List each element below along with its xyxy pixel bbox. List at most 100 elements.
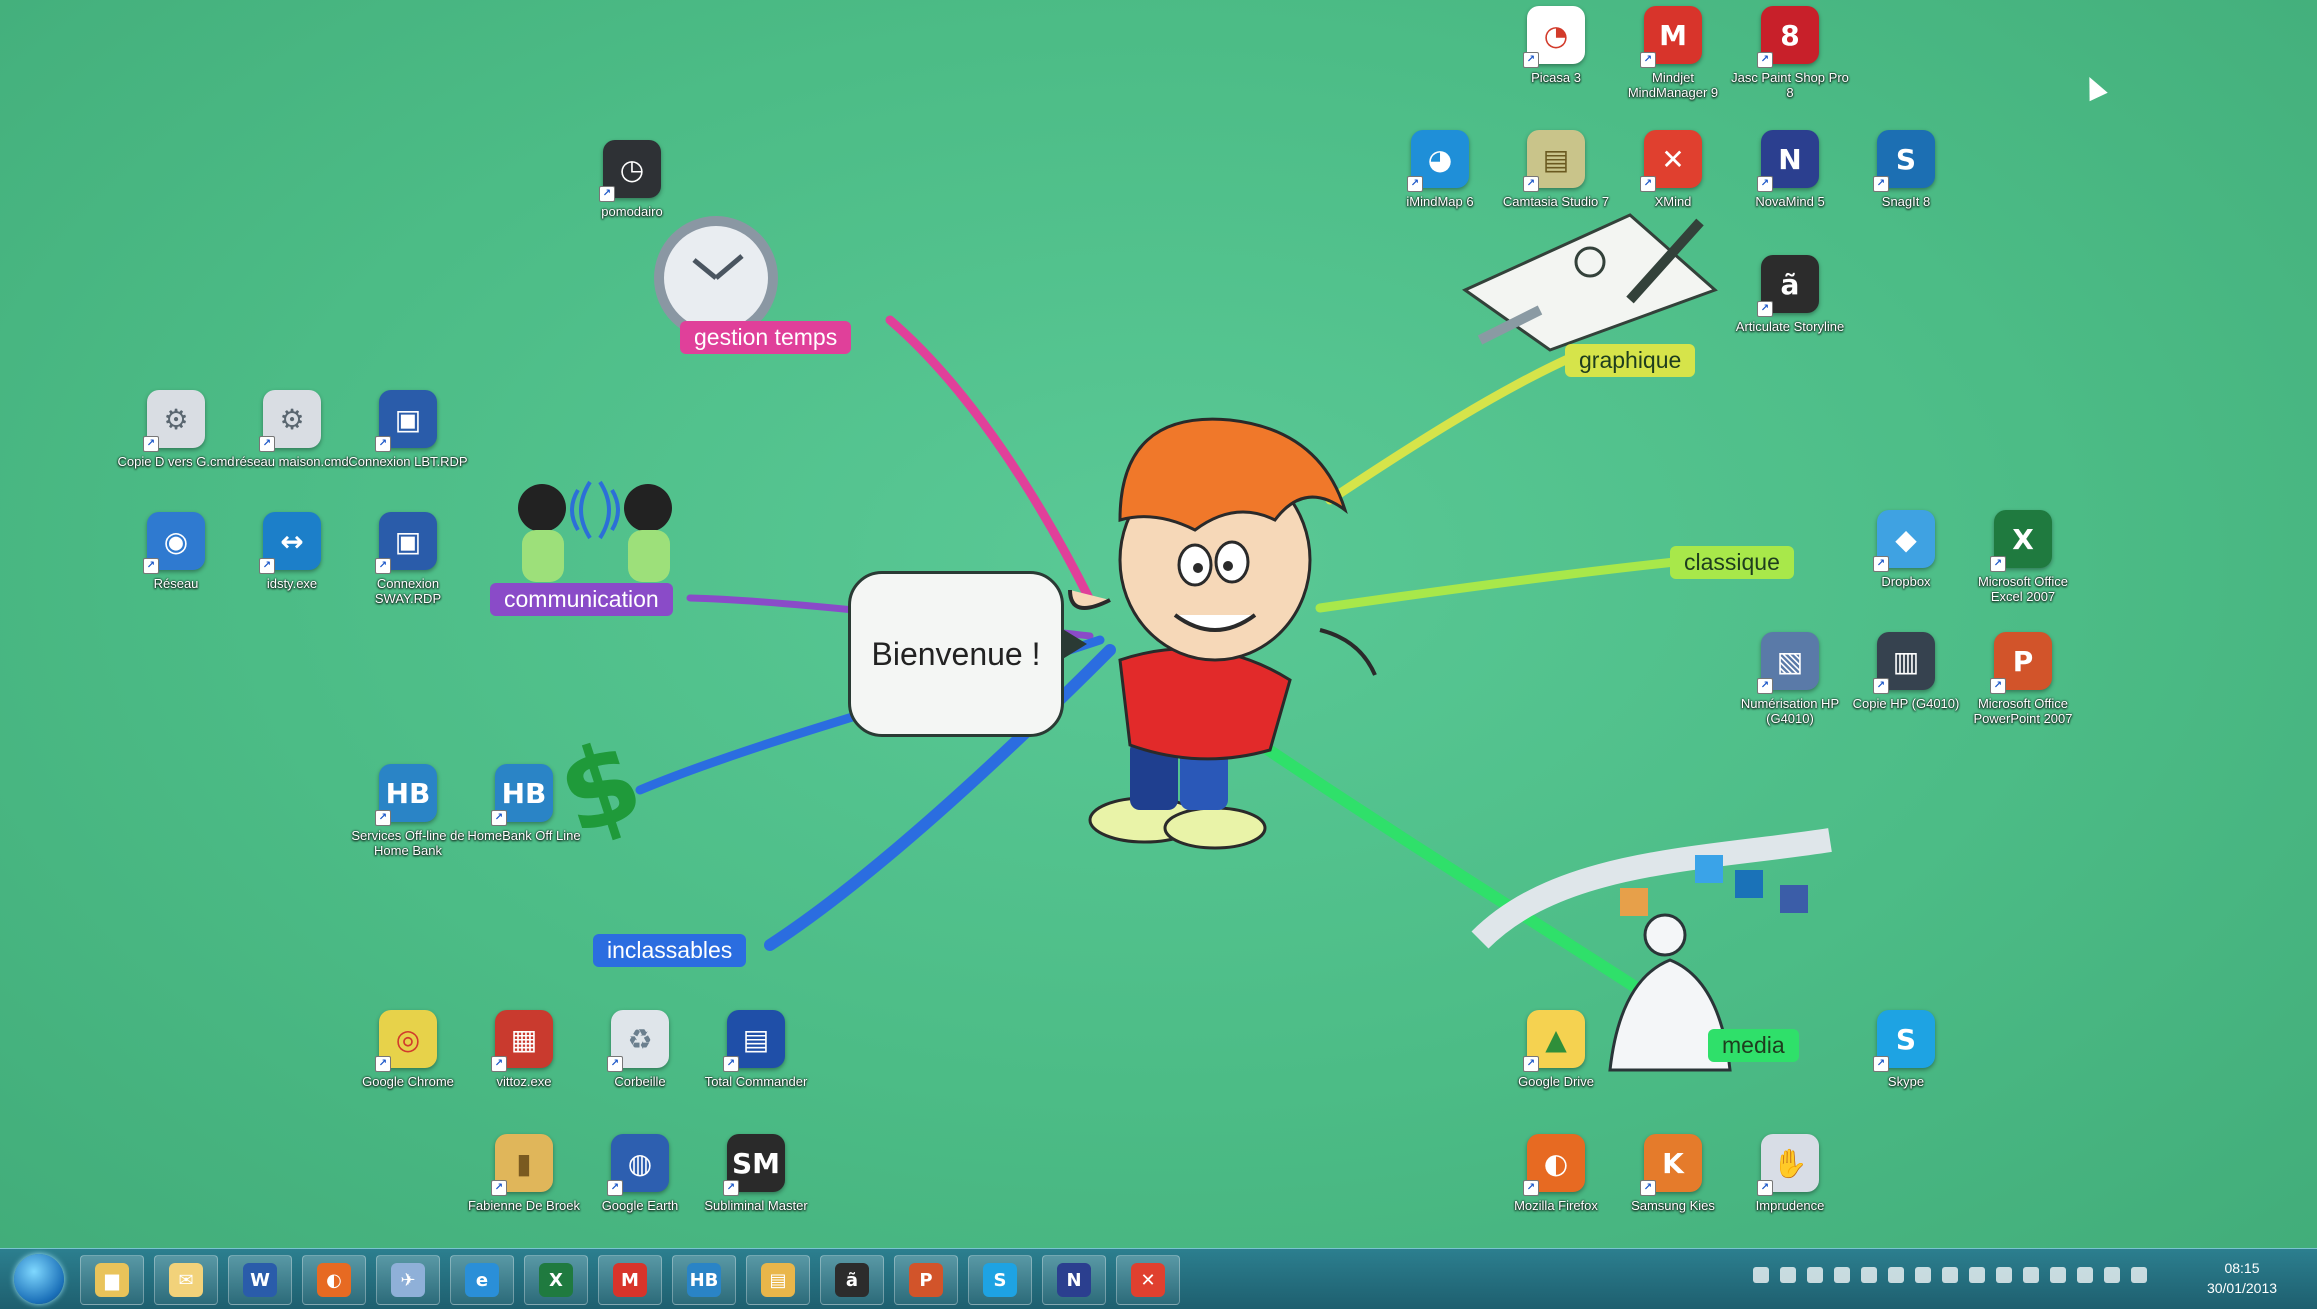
taskbar-item-firefox[interactable]: ◐ xyxy=(302,1255,366,1305)
taskbar-item-novamind[interactable]: N xyxy=(1042,1255,1106,1305)
desktop-icon-fabienne-de-broek[interactable]: ▮ ↗ Fabienne De Broek xyxy=(464,1134,584,1213)
desktop-icon-novamind-5[interactable]: N ↗ NovaMind 5 xyxy=(1730,130,1850,209)
desktop-icon-r-seau[interactable]: ◉ ↗ Réseau xyxy=(116,512,236,591)
app-glyph-icon: ▧ xyxy=(1776,644,1804,678)
files-icon: ▤ xyxy=(761,1263,795,1297)
branch-graphique[interactable]: graphique xyxy=(1565,344,1696,377)
tray-flag-icon[interactable] xyxy=(2077,1267,2093,1283)
desktop-icon-samsung-kies[interactable]: K ↗ Samsung Kies xyxy=(1613,1134,1733,1213)
desktop-icon-skype[interactable]: S ↗ Skype xyxy=(1846,1010,1966,1089)
desktop-icon-label: Services Off-line de Home Bank xyxy=(351,828,465,858)
desktop-icon-connexion-sway-rdp[interactable]: ▣ ↗ Connexion SWAY.RDP xyxy=(348,512,468,606)
branch-classique[interactable]: classique xyxy=(1670,546,1794,579)
shortcut-arrow-icon: ↗ xyxy=(1523,176,1539,192)
shortcut-arrow-icon: ↗ xyxy=(259,436,275,452)
bubble-tail xyxy=(1061,628,1087,660)
graphique-illustration xyxy=(1461,213,1718,352)
branch-communication[interactable]: communication xyxy=(490,583,673,616)
desktop-icon-jasc-paint-shop-pro-8[interactable]: 8 ↗ Jasc Paint Shop Pro 8 xyxy=(1730,6,1850,100)
taskbar-item-tool[interactable]: ✈ xyxy=(376,1255,440,1305)
taskbar-item-outlook[interactable]: ✉ xyxy=(154,1255,218,1305)
taskbar-item-powerpoint[interactable]: P xyxy=(894,1255,958,1305)
branch-inclassables[interactable]: inclassables xyxy=(593,934,747,967)
desktop-icon-microsoft-office-excel-2007[interactable]: X ↗ Microsoft Office Excel 2007 xyxy=(1963,510,2083,604)
desktop-icon-articulate-storyline[interactable]: ã ↗ Articulate Storyline xyxy=(1730,255,1850,334)
desktop-icon-subliminal-master[interactable]: SM ↗ Subliminal Master xyxy=(696,1134,816,1213)
desktop-icon-google-earth[interactable]: ◍ ↗ Google Earth xyxy=(580,1134,700,1213)
app-glyph-icon: ▣ xyxy=(394,524,422,558)
app-glyph-icon: ▥ xyxy=(1892,644,1920,678)
app-glyph-icon: ▦ xyxy=(510,1022,538,1056)
tray-keyboard-icon[interactable] xyxy=(1753,1267,1769,1283)
tray-monitor-icon[interactable] xyxy=(2104,1267,2120,1283)
app-glyph-icon: N xyxy=(1778,142,1802,176)
desktop-icon-copie-d-vers-g-cmd[interactable]: ⚙ ↗ Copie D vers G.cmd xyxy=(116,390,236,469)
tray-shield-icon[interactable] xyxy=(2023,1267,2039,1283)
taskbar-item-files[interactable]: ▤ xyxy=(746,1255,810,1305)
taskbar-item-excel[interactable]: X xyxy=(524,1255,588,1305)
desktop-icon-mozilla-firefox[interactable]: ◐ ↗ Mozilla Firefox xyxy=(1496,1134,1616,1213)
central-topic-bubble[interactable]: Bienvenue ! xyxy=(848,571,1087,737)
app-icon: ♻ ↗ xyxy=(607,1010,669,1072)
desktop-icon-pomodairo[interactable]: ◷ ↗ pomodairo xyxy=(572,140,692,219)
desktop-icon-mindjet-mindmanager-9[interactable]: M ↗ Mindjet MindManager 9 xyxy=(1613,6,1733,100)
desktop-icon-picasa-3[interactable]: ◔ ↗ Picasa 3 xyxy=(1496,6,1616,85)
app-icon: ⚙ ↗ xyxy=(259,390,321,452)
tray-network-icon[interactable] xyxy=(2050,1267,2066,1283)
desktop-icon-connexion-lbt-rdp[interactable]: ▣ ↗ Connexion LBT.RDP xyxy=(348,390,468,469)
taskbar-item-skype[interactable]: S xyxy=(968,1255,1032,1305)
desktop-icon-google-chrome[interactable]: ◎ ↗ Google Chrome xyxy=(348,1010,468,1089)
desktop-icon-microsoft-office-powerpoint-2007[interactable]: P ↗ Microsoft Office PowerPoint 2007 xyxy=(1963,632,2083,726)
tray-sync-icon[interactable] xyxy=(1942,1267,1958,1283)
desktop-icon-camtasia-studio-7[interactable]: ▤ ↗ Camtasia Studio 7 xyxy=(1496,130,1616,209)
start-button[interactable] xyxy=(14,1254,64,1304)
branch-media[interactable]: media xyxy=(1708,1029,1799,1062)
tray-printer-icon[interactable] xyxy=(1888,1267,1904,1283)
tray-pen-icon[interactable] xyxy=(1780,1267,1796,1283)
tray-warning-icon[interactable] xyxy=(1834,1267,1850,1283)
taskbar-item-explorer[interactable]: ▆ xyxy=(80,1255,144,1305)
app-icon: ▥ ↗ xyxy=(1873,632,1935,694)
taskbar-item-word[interactable]: W xyxy=(228,1255,292,1305)
desktop-icon-total-commander[interactable]: ▤ ↗ Total Commander xyxy=(696,1010,816,1089)
desktop-icon-vittoz-exe[interactable]: ▦ ↗ vittoz.exe xyxy=(464,1010,584,1089)
tray-bluetooth-icon[interactable] xyxy=(1915,1267,1931,1283)
desktop-icon-corbeille[interactable]: ♻ ↗ Corbeille xyxy=(580,1010,700,1089)
tray-volume-icon[interactable] xyxy=(2131,1267,2147,1283)
desktop-icon-xmind[interactable]: ✕ ↗ XMind xyxy=(1613,130,1733,209)
taskbar-item-articulate[interactable]: ã xyxy=(820,1255,884,1305)
desktop-icon-imindmap-6[interactable]: ◕ ↗ iMindMap 6 xyxy=(1380,130,1500,209)
desktop-icon-idsty-exe[interactable]: ↔ ↗ idsty.exe xyxy=(232,512,352,591)
app-glyph-icon: K xyxy=(1662,1146,1684,1180)
tray-update-icon[interactable] xyxy=(1969,1267,1985,1283)
desktop-icon-r-seau-maison-cmd[interactable]: ⚙ ↗ réseau maison.cmd xyxy=(232,390,352,469)
tray-chrome-icon[interactable] xyxy=(1861,1267,1877,1283)
app-icon: HB ↗ xyxy=(491,764,553,826)
desktop-icon-num-risation-hp-g4010[interactable]: ▧ ↗ Numérisation HP (G4010) xyxy=(1730,632,1850,726)
system-clock[interactable]: 08:15 30/01/2013 xyxy=(2187,1258,2297,1298)
central-topic-label: Bienvenue ! xyxy=(871,635,1041,672)
tray-screen-icon[interactable] xyxy=(1807,1267,1823,1283)
shortcut-arrow-icon: ↗ xyxy=(607,1056,623,1072)
taskbar-item-mindmanager[interactable]: M xyxy=(598,1255,662,1305)
desktop-icon-google-drive[interactable]: ▲ ↗ Google Drive xyxy=(1496,1010,1616,1089)
tray-app-icon[interactable] xyxy=(1996,1267,2012,1283)
desktop-icon-label: SnagIt 8 xyxy=(1881,194,1931,209)
shortcut-arrow-icon: ↗ xyxy=(1873,556,1889,572)
desktop-icon-snagit-8[interactable]: S ↗ SnagIt 8 xyxy=(1846,130,1966,209)
app-icon: ✕ ↗ xyxy=(1640,130,1702,192)
desktop-icon-services-off-line-de-home-bank[interactable]: HB ↗ Services Off-line de Home Bank xyxy=(348,764,468,858)
desktop-icon-homebank-off-line[interactable]: HB ↗ HomeBank Off Line xyxy=(464,764,584,843)
taskbar-item-homebank[interactable]: HB xyxy=(672,1255,736,1305)
shortcut-arrow-icon: ↗ xyxy=(1873,678,1889,694)
taskbar-item-ie[interactable]: e xyxy=(450,1255,514,1305)
desktop-icon-label: XMind xyxy=(1654,194,1692,209)
desktop-icon-dropbox[interactable]: ◆ ↗ Dropbox xyxy=(1846,510,1966,589)
desktop-icon-label: Dropbox xyxy=(1881,574,1931,589)
desktop-icon-copie-hp-g4010[interactable]: ▥ ↗ Copie HP (G4010) xyxy=(1846,632,1966,711)
branch-gestion-temps[interactable]: gestion temps xyxy=(680,321,852,354)
desktop-icon-imprudence[interactable]: ✋ ↗ Imprudence xyxy=(1730,1134,1850,1213)
app-glyph-icon: HB xyxy=(385,776,431,810)
taskbar-item-xmind[interactable]: ✕ xyxy=(1116,1255,1180,1305)
app-glyph-icon: ⚙ xyxy=(163,402,189,436)
